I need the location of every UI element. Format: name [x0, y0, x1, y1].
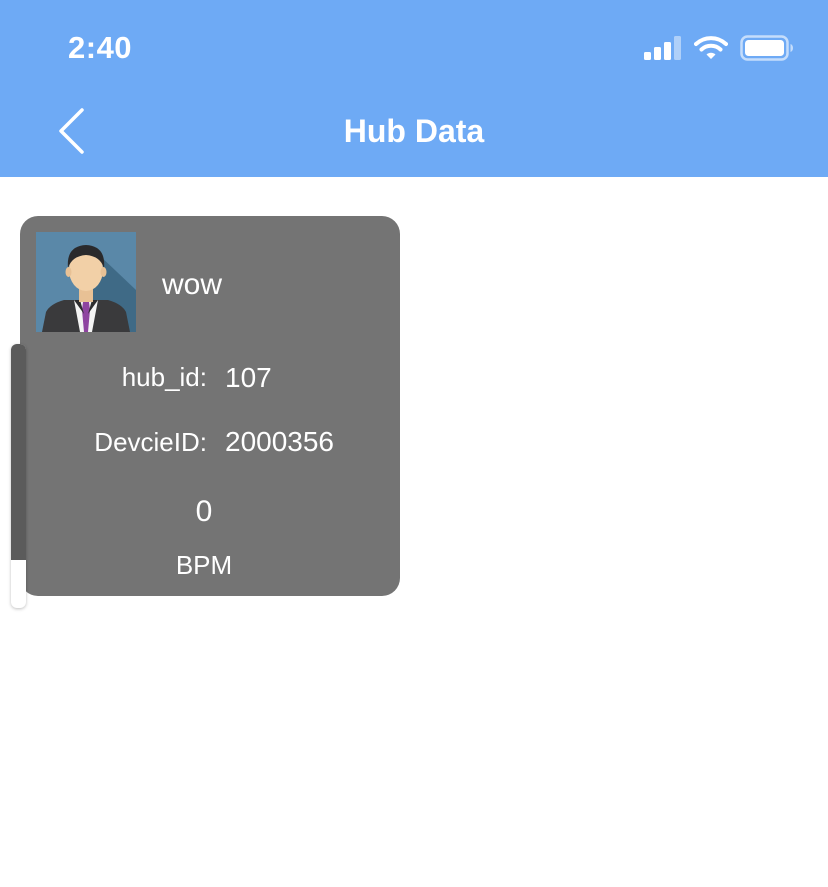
cellular-signal-icon: [644, 35, 682, 65]
wifi-icon: [694, 35, 728, 66]
level-indicator: [11, 344, 26, 608]
page-title: Hub Data: [343, 113, 485, 149]
device-id-label: DevcieID:: [94, 427, 207, 457]
hub-id-value: 107: [225, 362, 272, 393]
bpm-unit-label: BPM: [175, 550, 233, 580]
status-icons: [644, 34, 794, 66]
device-id-value: 2000356: [225, 426, 335, 457]
app-header: 2:40 Hub Data: [0, 0, 828, 177]
user-name: wow: [162, 268, 223, 301]
hub-id-label: hub_id:: [121, 362, 207, 392]
hub-data-card[interactable]: wow hub_id: 107 DevcieID: 2000356 0 BPM: [20, 216, 400, 596]
level-indicator-fill: [11, 344, 26, 560]
avatar: [36, 232, 136, 332]
status-time: 2:40: [68, 30, 133, 65]
battery-icon: [740, 34, 794, 66]
bpm-value: 0: [195, 495, 213, 528]
